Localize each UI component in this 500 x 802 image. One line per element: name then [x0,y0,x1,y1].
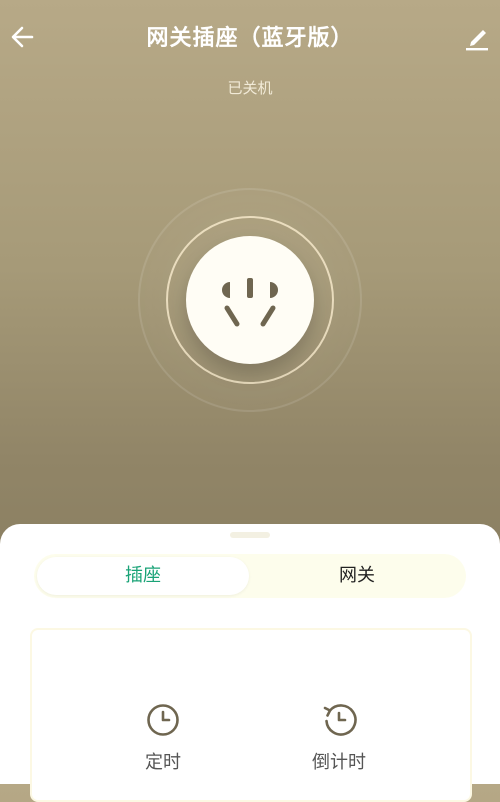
tab-bar: 插座 网关 [34,554,466,598]
power-control [138,188,362,412]
power-toggle-button[interactable] [186,236,314,364]
device-status: 已关机 [227,79,273,97]
timer-label: 定时 [145,752,181,773]
feature-card: 定时 倒计时 [30,628,472,802]
countdown-icon [323,704,357,736]
edit-button[interactable] [462,22,492,52]
countdown-label: 倒计时 [312,752,366,773]
clock-icon [147,704,179,736]
sheet-drag-handle[interactable] [230,532,270,538]
pencil-icon [466,30,488,51]
top-bar: 网关插座（蓝牙版） [0,0,500,76]
page-title: 网关插座（蓝牙版） [146,26,354,51]
bottom-sheet: 插座 网关 定时 倒计时 [0,524,500,802]
socket-icon [222,278,278,327]
timer-button[interactable]: 定时 [118,702,208,774]
tab-gateway[interactable]: 网关 [251,557,463,595]
countdown-button[interactable]: 倒计时 [294,702,384,774]
tab-socket[interactable]: 插座 [37,557,249,595]
